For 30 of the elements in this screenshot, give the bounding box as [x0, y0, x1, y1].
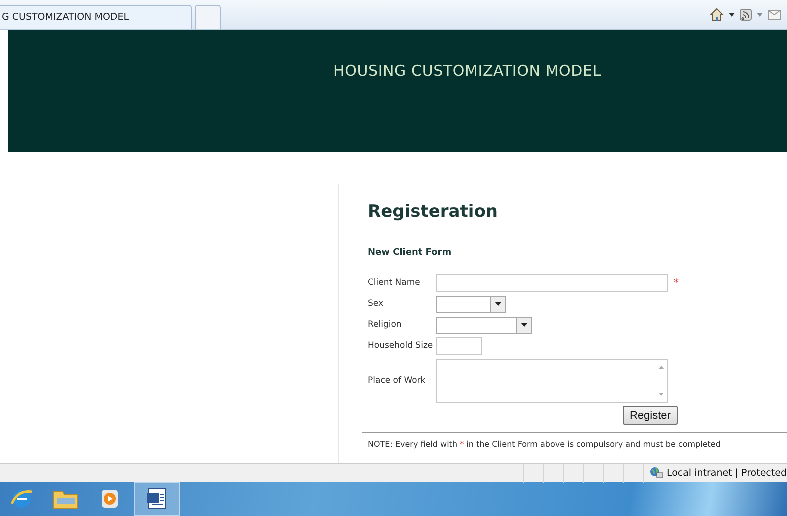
form-title: New Client Form [368, 248, 453, 258]
new-tab-button[interactable] [195, 5, 221, 29]
globe-icon [650, 467, 663, 479]
feed-icon[interactable] [740, 8, 752, 20]
register-button[interactable]: Register [623, 406, 678, 425]
field-label: Household Size [368, 341, 434, 351]
scroll-up-icon [658, 366, 664, 369]
caret-icon [494, 302, 502, 306]
security-zone-text: Local intranet | Protected [666, 468, 787, 478]
page-heading: Registeration [368, 202, 499, 222]
scroll-down-icon [658, 393, 664, 396]
field-label: Sex [368, 299, 385, 309]
caret-icon[interactable] [729, 12, 735, 16]
document-icon[interactable] [145, 487, 169, 511]
dropdown-field[interactable] [436, 296, 506, 312]
dropdown-field[interactable] [436, 316, 532, 334]
note-text: NOTE: Every field with * in the Client Form above is compulsory and must be completed [368, 440, 722, 449]
required-mark: * [674, 278, 679, 288]
media-player-icon[interactable] [99, 488, 121, 510]
field-label: Religion [368, 320, 403, 330]
home-icon[interactable] [710, 8, 724, 22]
caret-icon [520, 323, 528, 327]
mail-icon[interactable] [768, 10, 781, 20]
site-title: HOUSING CUSTOMIZATION MODEL [334, 62, 602, 82]
field-label: Client Name [368, 278, 422, 288]
client-name-field[interactable] [436, 274, 668, 292]
field-label: Place of Work [368, 376, 427, 386]
household-size-field[interactable] [436, 337, 482, 355]
place-of-work-field[interactable] [436, 359, 668, 403]
browser-tab[interactable]: G CUSTOMIZATION MODEL [0, 5, 192, 29]
